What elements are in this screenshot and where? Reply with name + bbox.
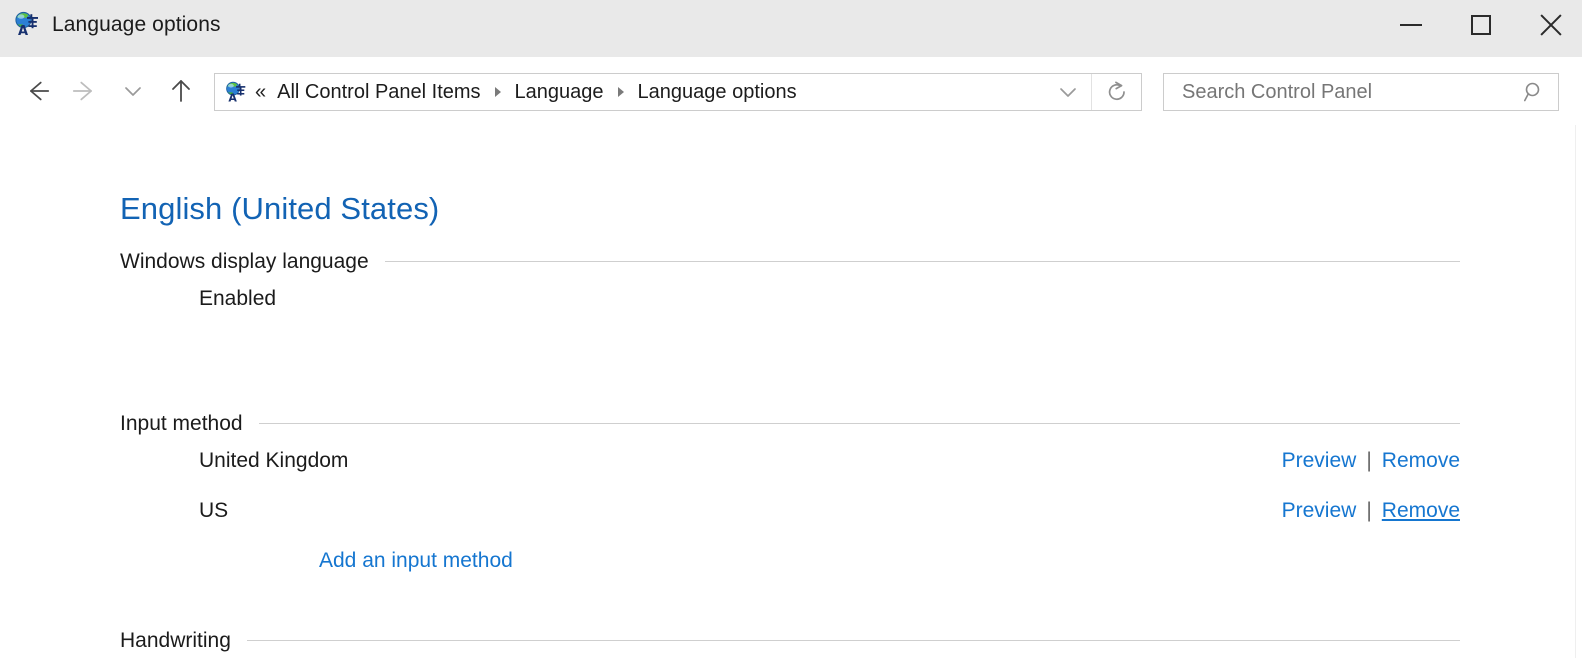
section-header: Handwriting	[120, 630, 1460, 651]
language-globe-icon: A	[14, 11, 40, 39]
arrow-up-icon	[172, 80, 190, 102]
section-input-method: Input method United Kingdom Preview | Re…	[120, 413, 1460, 585]
section-divider	[384, 261, 1460, 262]
close-button[interactable]	[1516, 0, 1586, 50]
section-title-handwriting: Handwriting	[120, 629, 231, 652]
content-pane: English (United States) Windows display …	[0, 125, 1575, 658]
maximize-button[interactable]	[1446, 0, 1516, 50]
row-actions: Preview | Remove	[1282, 450, 1460, 471]
remove-link-united-kingdom[interactable]: Remove	[1382, 450, 1460, 471]
titlebar-right-edge	[1582, 0, 1586, 57]
back-button[interactable]	[16, 70, 58, 112]
section-divider	[258, 423, 1460, 424]
arrow-right-icon	[72, 81, 92, 101]
window-controls	[1376, 0, 1586, 50]
chevron-down-icon	[1060, 88, 1076, 97]
close-icon	[1538, 12, 1564, 38]
preview-link-united-kingdom[interactable]: Preview	[1282, 450, 1357, 471]
action-separator: |	[1366, 448, 1372, 472]
minimize-button[interactable]	[1376, 0, 1446, 50]
minimize-icon	[1400, 24, 1422, 26]
breadcrumb-item-language-options[interactable]: Language options	[633, 79, 802, 105]
arrow-left-icon	[30, 81, 50, 101]
input-method-name-united-kingdom: United Kingdom	[199, 448, 349, 472]
remove-link-us[interactable]: Remove	[1382, 500, 1460, 521]
up-button[interactable]	[160, 70, 202, 112]
address-bar[interactable]: A « All Control Panel Items Language Lan…	[214, 73, 1142, 111]
preview-link-us[interactable]: Preview	[1282, 500, 1357, 521]
section-handwriting: Handwriting	[120, 630, 1460, 651]
search-box[interactable]	[1163, 73, 1559, 111]
refresh-button[interactable]	[1091, 74, 1141, 110]
action-separator: |	[1366, 499, 1372, 522]
maximize-icon	[1471, 15, 1491, 35]
address-language-globe-icon: A	[225, 81, 247, 104]
breadcrumb-separator-icon[interactable]	[486, 85, 510, 99]
breadcrumb: « All Control Panel Items Language Langu…	[247, 79, 1045, 105]
breadcrumb-item-language[interactable]: Language	[510, 79, 609, 105]
add-input-method-link[interactable]: Add an input method	[319, 550, 513, 571]
section-title-windows-display-language: Windows display language	[120, 250, 369, 273]
section-title-input-method: Input method	[120, 412, 243, 435]
breadcrumb-overflow-icon[interactable]: «	[255, 82, 272, 102]
title-bar: A Language options	[0, 0, 1586, 57]
display-language-status-row: Enabled	[120, 272, 1460, 324]
search-icon[interactable]	[1522, 80, 1546, 104]
nav-button-group	[0, 70, 202, 112]
section-divider	[246, 640, 1460, 641]
svg-text:A: A	[228, 91, 237, 103]
table-row: US Preview | Remove	[120, 486, 1460, 535]
control-panel-window: A Language options A « All Control Panel…	[0, 0, 1586, 658]
recent-locations-button[interactable]	[112, 70, 154, 112]
display-language-status: Enabled	[199, 286, 277, 310]
section-header: Input method	[120, 413, 1460, 434]
forward-button[interactable]	[64, 70, 106, 112]
table-row: United Kingdom Preview | Remove	[120, 434, 1460, 486]
search-input[interactable]	[1182, 77, 1522, 107]
add-input-method-row: Add an input method	[120, 535, 1460, 585]
vertical-scrollbar[interactable]	[1575, 125, 1586, 658]
title-bar-left: A Language options	[0, 0, 221, 48]
breadcrumb-separator-icon[interactable]	[609, 85, 633, 99]
refresh-icon	[1108, 81, 1125, 101]
window-title: Language options	[52, 12, 221, 36]
input-method-name-us: US	[199, 499, 229, 522]
section-windows-display-language: Windows display language Enabled	[120, 251, 1460, 324]
chevron-down-icon	[125, 87, 141, 96]
breadcrumb-item-all-control-panel-items[interactable]: All Control Panel Items	[272, 79, 485, 105]
address-dropdown-button[interactable]	[1045, 74, 1091, 110]
section-header: Windows display language	[120, 251, 1460, 272]
row-actions: Preview | Remove	[1282, 500, 1460, 521]
svg-text:A: A	[18, 24, 28, 37]
page-title: English (United States)	[120, 191, 440, 226]
